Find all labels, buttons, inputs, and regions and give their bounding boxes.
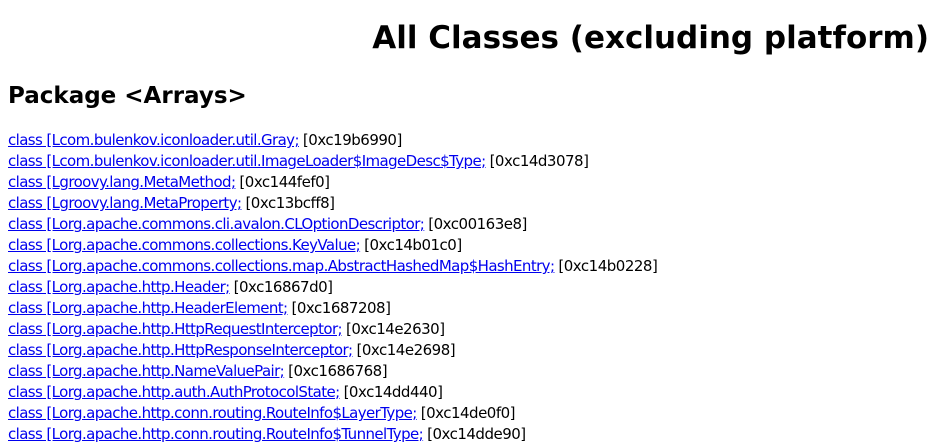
class-list: class [Lcom.bulenkov.iconloader.util.Gra… — [8, 130, 933, 445]
class-row: class [Lorg.apache.http.NameValuePair; [0… — [8, 361, 933, 382]
class-link[interactable]: class [Lorg.apache.http.HttpResponseInte… — [8, 341, 353, 359]
class-address: [0xc13bcff8] — [245, 194, 335, 212]
class-row: class [Lorg.apache.commons.collections.K… — [8, 235, 933, 256]
class-row: class [Lorg.apache.commons.collections.m… — [8, 256, 933, 277]
class-link[interactable]: class [Lcom.bulenkov.iconloader.util.Gra… — [8, 131, 300, 149]
class-address: [0xc14e2630] — [345, 320, 445, 338]
class-row: class [Lgroovy.lang.MetaProperty; [0xc13b… — [8, 193, 933, 214]
class-address: [0xc14de0f0] — [420, 404, 516, 422]
class-address: [0xc14dde90] — [427, 425, 526, 443]
package-heading: Package <Arrays> — [8, 83, 247, 109]
class-row: class [Lcom.bulenkov.iconloader.util.Gra… — [8, 130, 933, 151]
class-address: [0xc14b0228] — [558, 257, 658, 275]
class-link[interactable]: class [Lgroovy.lang.MetaMethod; — [8, 173, 236, 191]
class-address: [0xc00163e8] — [428, 215, 527, 233]
page-title: All Classes (excluding platform) — [372, 20, 929, 56]
class-address: [0xc14e2698] — [356, 341, 456, 359]
class-address: [0xc144fef0] — [239, 173, 330, 191]
class-row: class [Lcom.bulenkov.iconloader.util.Ima… — [8, 151, 933, 172]
class-link[interactable]: class [Lgroovy.lang.MetaProperty; — [8, 194, 242, 212]
class-address: [0xc14dd440] — [343, 383, 443, 401]
class-row: class [Lorg.apache.http.conn.routing.Rou… — [8, 424, 933, 445]
class-link[interactable]: class [Lorg.apache.http.HeaderElement; — [8, 299, 288, 317]
class-row: class [Lorg.apache.http.HeaderElement; [0… — [8, 298, 933, 319]
class-address: [0xc16867d0] — [233, 278, 333, 296]
class-row: class [Lorg.apache.http.HttpRequestInter… — [8, 319, 933, 340]
class-address: [0xc14d3078] — [489, 152, 589, 170]
class-address: [0xc1686768] — [288, 362, 388, 380]
class-link[interactable]: class [Lorg.apache.http.conn.routing.Rou… — [8, 425, 424, 443]
class-link[interactable]: class [Lcom.bulenkov.iconloader.util.Ima… — [8, 152, 486, 170]
class-link[interactable]: class [Lorg.apache.http.NameValuePair; — [8, 362, 285, 380]
class-link[interactable]: class [Lorg.apache.http.Header; — [8, 278, 230, 296]
class-link[interactable]: class [Lorg.apache.commons.cli.avalon.CL… — [8, 215, 425, 233]
class-address: [0xc14b01c0] — [364, 236, 462, 254]
class-row: class [Lorg.apache.http.auth.AuthProtoco… — [8, 382, 933, 403]
class-row: class [Lorg.apache.commons.cli.avalon.CL… — [8, 214, 933, 235]
class-address: [0xc19b6990] — [302, 131, 402, 149]
class-row: class [Lorg.apache.http.HttpResponseInte… — [8, 340, 933, 361]
class-link[interactable]: class [Lorg.apache.commons.collections.m… — [8, 257, 555, 275]
class-link[interactable]: class [Lorg.apache.http.auth.AuthProtoco… — [8, 383, 340, 401]
class-row: class [Lgroovy.lang.MetaMethod; [0xc144fe… — [8, 172, 933, 193]
class-link[interactable]: class [Lorg.apache.http.HttpRequestInter… — [8, 320, 343, 338]
class-row: class [Lorg.apache.http.conn.routing.Rou… — [8, 403, 933, 424]
class-row: class [Lorg.apache.http.Header; [0xc16867… — [8, 277, 933, 298]
class-link[interactable]: class [Lorg.apache.http.conn.routing.Rou… — [8, 404, 417, 422]
class-link[interactable]: class [Lorg.apache.commons.collections.K… — [8, 236, 361, 254]
class-address: [0xc1687208] — [291, 299, 391, 317]
